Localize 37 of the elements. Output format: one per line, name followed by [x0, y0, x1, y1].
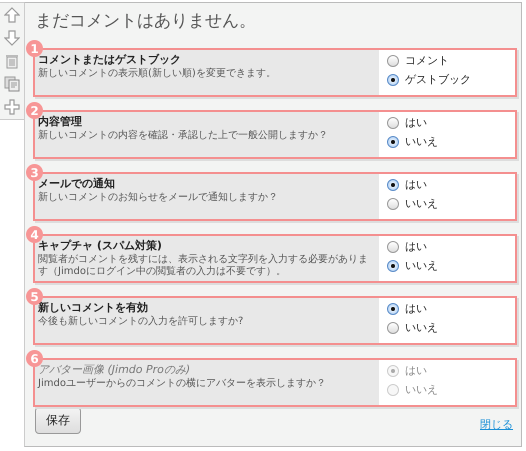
radio-button[interactable]: [387, 116, 399, 128]
radio-label[interactable]: はい: [405, 115, 427, 130]
arrow-up-icon[interactable]: [4, 7, 20, 23]
radio-label[interactable]: コメント: [405, 53, 449, 68]
radio-label[interactable]: はい: [405, 177, 427, 192]
save-button[interactable]: 保存: [35, 407, 81, 434]
radio-label[interactable]: いいえ: [405, 320, 438, 335]
setting-description: Jimdoユーザーからのコメントの横にアバターを表示しますか？: [38, 378, 327, 390]
radio-label[interactable]: ゲストブック: [405, 72, 471, 87]
trash-icon[interactable]: [4, 53, 20, 69]
radio-button[interactable]: [387, 178, 399, 190]
radio-label[interactable]: いいえ: [405, 258, 438, 273]
arrow-down-icon[interactable]: [4, 30, 20, 46]
plus-icon[interactable]: [4, 99, 20, 115]
panel-title: まだコメントはありません。: [35, 10, 257, 32]
number-badge: 3: [26, 164, 43, 181]
radio-button[interactable]: [387, 240, 399, 252]
radio-button[interactable]: [387, 198, 399, 210]
radio-button[interactable]: [387, 302, 399, 314]
radio-button[interactable]: [387, 54, 399, 66]
radio-label[interactable]: はい: [405, 301, 427, 316]
copy-icon[interactable]: [4, 76, 20, 92]
setting-description: 新しいコメントの表示順(新しい順)を変更できます。: [38, 68, 277, 80]
setting-description: 新しいコメントのお知らせをメールで通知しますか？: [38, 192, 279, 204]
number-badge: 1: [26, 40, 43, 57]
setting-description: 閲覧者がコメントを残すには、表示される文字列を入力する必要があります（Jimdoにログイン中の閲覧者の入力は不要です）。: [38, 254, 369, 278]
radio-button[interactable]: [387, 74, 399, 86]
setting-description: 新しいコメントの内容を確認・承認した上で一般公開しますか？: [38, 130, 329, 142]
number-badge: 6: [26, 350, 43, 367]
radio-label[interactable]: いいえ: [405, 196, 438, 211]
radio-button[interactable]: [387, 260, 399, 272]
radio-button[interactable]: [387, 136, 399, 148]
setting-description: 今後も新しいコメントの入力を許可しますか?: [38, 316, 244, 328]
radio-button[interactable]: [387, 322, 399, 334]
number-badge: 4: [26, 226, 43, 243]
radio-label[interactable]: いいえ: [405, 134, 438, 149]
radio-label[interactable]: はい: [405, 239, 427, 254]
